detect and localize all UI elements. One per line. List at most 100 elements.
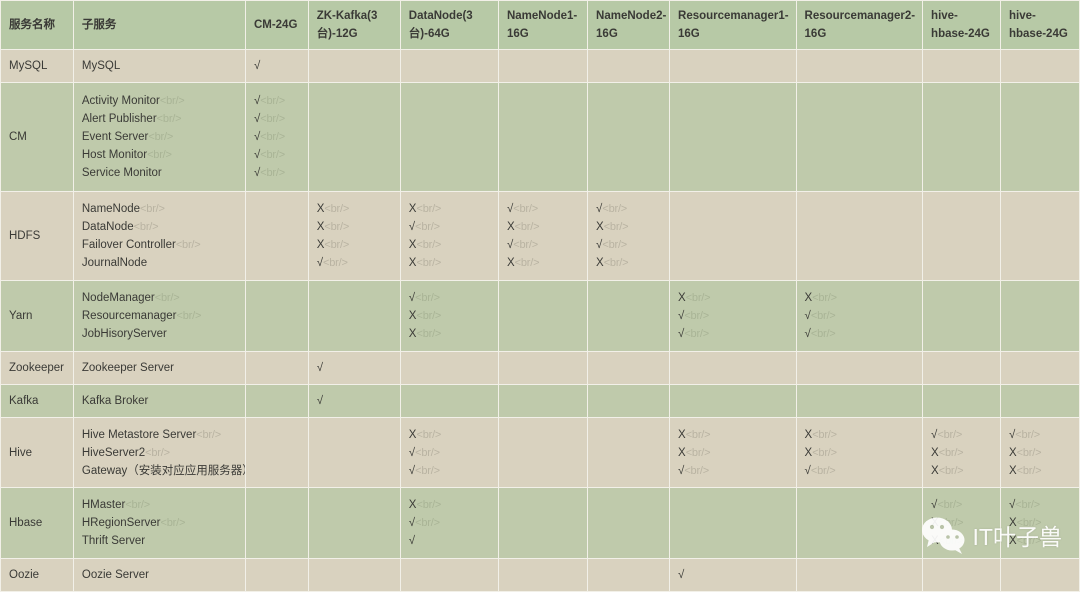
deployment-line: √<br/>	[805, 325, 915, 343]
br-artifact-text: <br/>	[685, 428, 711, 441]
br-artifact-text: <br/>	[416, 328, 442, 341]
deployment-cell: √	[307, 351, 401, 385]
br-artifact-text: <br/>	[415, 292, 440, 305]
subservice-line: HiveServer2<br/>	[82, 444, 237, 462]
deployment-line: √<br/>	[596, 200, 661, 218]
deployment-cell: X<br/> √<br/> √<br/>	[399, 416, 499, 489]
deployment-line: √<br/>	[507, 200, 579, 218]
deployment-line: √<br/>	[931, 496, 992, 514]
br-artifact-text: <br/>	[1016, 464, 1042, 477]
deployment-line: X<br/>	[317, 218, 392, 236]
br-artifact-text: <br/>	[684, 328, 710, 341]
deployment-marker: X	[596, 256, 604, 269]
deployment-line: √<br/>	[1009, 426, 1071, 444]
br-artifact-text: <br/>	[938, 535, 964, 548]
br-artifact-text: <br/>	[125, 499, 151, 512]
deployment-cell	[795, 49, 924, 83]
br-artifact-text: <br/>	[145, 446, 170, 459]
deployment-line: √<br/>	[678, 307, 788, 325]
deployment-line: √	[317, 359, 392, 377]
deployment-cell	[795, 351, 924, 385]
deployment-line: √<br/>	[409, 514, 490, 532]
service-name-cell: Yarn	[0, 280, 74, 353]
deployment-cell	[795, 558, 924, 592]
deployment-line: √	[409, 532, 490, 550]
deployment-cell: X<br/> √<br/> X<br/> X<br/>	[399, 190, 499, 282]
deployment-cell	[999, 190, 1080, 282]
deployment-cell: √	[244, 49, 309, 83]
deployment-cell	[399, 558, 499, 592]
table-body: MySQL MySQL √ CM Activity Monitor<br/> Alert …	[0, 49, 1080, 592]
subservice-label: Activity Monitor	[81, 94, 160, 107]
deployment-line: √	[678, 566, 788, 584]
br-artifact-text: <br/>	[324, 238, 350, 251]
deployment-line: X<br/>	[1009, 444, 1071, 462]
br-artifact-text: <br/>	[1016, 535, 1042, 548]
service-name-cell: Hive	[0, 416, 74, 489]
deployment-marker: X	[596, 220, 604, 233]
deployment-line: √<br/>	[409, 289, 490, 307]
deployment-cell	[307, 487, 401, 560]
deployment-line: √	[254, 57, 300, 75]
subservice-label: Event Server	[81, 130, 149, 143]
deployment-cell	[999, 49, 1080, 83]
br-artifact-text: <br/>	[514, 256, 540, 269]
service-name-cell: Oozie	[0, 558, 74, 592]
br-artifact-text: <br/>	[938, 464, 964, 477]
br-artifact-text: <br/>	[148, 130, 174, 143]
subservice-label: NameNode	[81, 202, 141, 215]
subservice-line: Host Monitor<br/>	[82, 146, 237, 164]
deployment-marker: X	[678, 446, 686, 459]
br-artifact-text: <br/>	[324, 220, 350, 233]
deployment-cell	[922, 49, 1001, 83]
subservice-label: DataNode	[81, 220, 134, 233]
deployment-line: X<br/>	[805, 444, 915, 462]
deployment-marker: X	[931, 446, 939, 459]
deployment-line: √<br/>	[931, 426, 992, 444]
br-artifact-text: <br/>	[938, 517, 964, 530]
deployment-cell: X<br/> √<br/> √<br/>	[795, 280, 924, 353]
subservice-label: JobHisoryServer	[81, 328, 167, 341]
br-artifact-text: <br/>	[514, 220, 540, 233]
subservice-line: DataNode<br/>	[82, 218, 237, 236]
subservice-cell: NameNode<br/> DataNode<br/> Failover Contr…	[72, 190, 246, 282]
deployment-cell	[999, 383, 1080, 418]
deployment-cell	[795, 81, 924, 192]
deployment-cell	[244, 190, 309, 282]
deployment-cell: √<br/> √<br/> √<br/> √<br/> √<br/>	[244, 81, 309, 192]
deployment-line: X<br/>	[931, 444, 992, 462]
deployment-cell	[399, 81, 499, 192]
deployment-line: X<br/>	[1009, 514, 1071, 532]
subservice-line: HRegionServer<br/>	[82, 514, 237, 532]
subservice-label: HRegionServer	[81, 517, 161, 530]
br-artifact-text: <br/>	[810, 328, 836, 341]
deployment-cell	[244, 558, 309, 592]
table-row: Zookeeper Zookeeper Server √	[0, 351, 1080, 385]
deployment-cell	[307, 280, 401, 353]
deployment-cell	[795, 383, 924, 418]
br-artifact-text: <br/>	[415, 464, 440, 477]
br-artifact-text: <br/>	[415, 446, 440, 459]
br-artifact-text: <br/>	[260, 166, 285, 179]
subservice-line: JournalNode	[82, 254, 237, 272]
table-header: 服务名称 子服务 CM-24G ZK-Kafka(3台)-12G DataNode(3台…	[0, 0, 1080, 50]
subservice-cell: MySQL	[72, 49, 246, 83]
br-artifact-text: <br/>	[260, 130, 285, 143]
subservice-line: Hive Metastore Server<br/>	[82, 426, 237, 444]
column-header-2: CM-24G	[244, 0, 309, 50]
subservice-label: HiveServer2	[81, 446, 146, 459]
subservice-label: Kafka Broker	[81, 394, 149, 407]
deployment-line: √<br/>	[507, 236, 579, 254]
deployment-line: X<br/>	[409, 254, 490, 272]
deployment-cell	[669, 190, 797, 282]
deployment-cell: X<br/> X<br/> √<br/>	[795, 416, 924, 489]
deployment-cell	[244, 383, 309, 418]
subservice-line: NameNode<br/>	[82, 200, 237, 218]
deployment-marker: √	[678, 569, 685, 582]
table-row: Oozie Oozie Server √	[0, 558, 1080, 592]
deployment-line: X<br/>	[409, 496, 490, 514]
header-row: 服务名称 子服务 CM-24G ZK-Kafka(3台)-12G DataNode(3台…	[0, 0, 1080, 50]
br-artifact-text: <br/>	[938, 446, 964, 459]
deployment-cell: √<br/> X<br/> X<br/>	[399, 280, 499, 353]
deployment-cell	[669, 351, 797, 385]
